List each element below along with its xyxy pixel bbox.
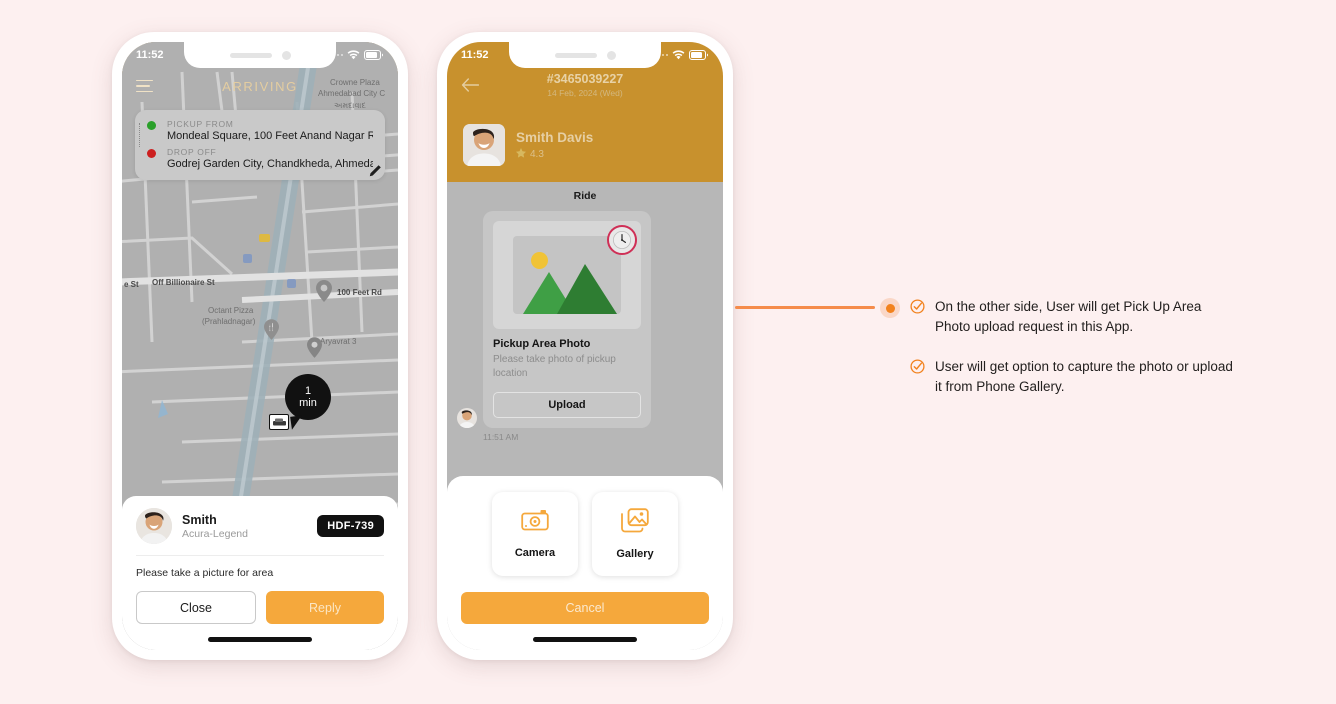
rider-rating-value: 4.3	[530, 148, 544, 160]
driver-avatar	[136, 508, 172, 544]
gallery-option-button[interactable]: Gallery	[592, 492, 678, 576]
driver-vehicle: Acura-Legend	[182, 527, 248, 540]
license-plate-badge: HDF-739	[317, 515, 384, 537]
map-label: Aryavrat 3	[320, 337, 357, 346]
rider-avatar	[463, 124, 505, 166]
driver-name: Smith	[182, 512, 217, 527]
photo-request-bubble: Pickup Area Photo Please take photo of p…	[483, 211, 651, 428]
phone-mockup-1: 🍴 Crowne Plaza Ahmedabad City C અમદાવાદ …	[112, 32, 408, 660]
wifi-icon	[347, 50, 360, 60]
eta-value: 1	[304, 385, 312, 397]
map-poi-pin-3[interactable]	[307, 337, 322, 358]
map-label: 100 Feet Rd	[337, 288, 382, 297]
phone1-navbar: ARRIVING	[122, 70, 398, 102]
bubble-subtitle: Please take photo of pickup location	[493, 354, 616, 379]
chat-day-label: Ride	[573, 190, 597, 202]
map-poi-pin-2[interactable]: 🍴	[264, 319, 279, 340]
driver-info-row: Smith Acura-Legend HDF-739	[136, 508, 384, 544]
vehicle-icon	[269, 414, 289, 430]
sheet-message: Please take a picture for area	[136, 567, 274, 579]
pickup-address: Mondeal Square, 100 Feet Anand Nagar Roa…	[167, 130, 373, 142]
front-camera	[281, 50, 291, 60]
annotation-item: On the other side, User will get Pick Up…	[910, 297, 1240, 337]
phone2-screen: 11:52 #3465039227 14 Feb, 2024 (Wed) Smi…	[447, 42, 723, 650]
pencil-edit-icon[interactable]	[369, 163, 383, 177]
cancel-button[interactable]: Cancel	[461, 592, 709, 624]
home-indicator	[533, 637, 637, 642]
map-poi-pin-1[interactable]	[316, 280, 332, 302]
circle-check-icon	[910, 359, 925, 397]
source-picker-row: Camera Gallery	[461, 492, 709, 576]
dropoff-dot-icon	[147, 149, 156, 158]
rider-rating: 4.3	[516, 147, 593, 161]
sheet-actions: Close Reply	[136, 591, 384, 624]
gallery-label: Gallery	[616, 548, 654, 560]
star-icon	[516, 147, 526, 161]
dropoff-address: Godrej Garden City, Chandkheda, Ahmedaba…	[167, 158, 373, 170]
speaker-grill	[554, 52, 597, 58]
dropoff-row: DROP OFF Godrej Garden City, Chandkheda,…	[147, 147, 373, 170]
page-canvas: 🍴 Crowne Plaza Ahmedabad City C અમદાવાદ …	[0, 0, 1336, 704]
camera-option-button[interactable]: Camera	[492, 492, 578, 576]
camera-label: Camera	[514, 547, 556, 559]
close-button[interactable]: Close	[136, 591, 256, 624]
message-sender-avatar	[457, 408, 477, 428]
map-label: (Prahladnagar)	[202, 317, 256, 326]
phone2-notch	[509, 42, 661, 68]
phone1-screen: 🍴 Crowne Plaza Ahmedabad City C અમદાવાદ …	[122, 42, 398, 650]
pickup-row: PICKUP FROM Mondeal Square, 100 Feet Ana…	[147, 119, 373, 142]
eta-pointer	[290, 415, 304, 430]
connector-dot-inner	[885, 303, 895, 313]
connector-line	[735, 306, 875, 309]
eta-bubble: 1 min	[285, 374, 331, 420]
annotation-item: User will get option to capture the phot…	[910, 357, 1240, 397]
annotation-list: On the other side, User will get Pick Up…	[910, 297, 1240, 417]
message-timestamp: 11:51 AM	[483, 432, 519, 442]
circle-check-icon	[910, 299, 925, 337]
upload-button[interactable]: Upload	[493, 392, 641, 418]
pickup-dot-icon	[147, 121, 156, 130]
phone-mockup-2: 11:52 #3465039227 14 Feb, 2024 (Wed) Smi…	[437, 32, 733, 660]
order-header: #3465039227 14 Feb, 2024 (Wed)	[447, 72, 723, 98]
battery-icon	[689, 50, 709, 60]
home-indicator	[208, 637, 312, 642]
order-id: #3465039227	[546, 72, 624, 86]
status-time: 11:52	[136, 49, 164, 61]
reply-button[interactable]: Reply	[266, 591, 384, 624]
trip-locations-card[interactable]: PICKUP FROM Mondeal Square, 100 Feet Ana…	[135, 110, 385, 180]
rider-info-row[interactable]: Smith Davis 4.3	[463, 124, 593, 166]
pickup-label: PICKUP FROM	[167, 119, 234, 129]
phone2-navbar: #3465039227 14 Feb, 2024 (Wed)	[447, 70, 723, 110]
bubble-title: Pickup Area Photo	[493, 338, 591, 350]
eta-marker[interactable]: 1 min	[269, 374, 331, 430]
photo-preview-box[interactable]	[493, 221, 641, 329]
map-label: Octant Pizza	[208, 306, 254, 315]
rider-name: Smith Davis	[516, 129, 594, 145]
clock-pending-icon	[607, 225, 637, 255]
gallery-icon	[621, 508, 649, 539]
order-date: 14 Feb, 2024 (Wed)	[547, 88, 623, 98]
route-dotted-line	[139, 123, 140, 147]
page-title: ARRIVING	[222, 78, 298, 94]
front-camera	[606, 50, 616, 60]
camera-icon	[521, 509, 549, 538]
status-time: 11:52	[461, 49, 489, 61]
map-label: Off Billionaire St	[152, 278, 215, 287]
chat-message: Pickup Area Photo Please take photo of p…	[447, 211, 723, 428]
svg-text:🍴: 🍴	[267, 323, 276, 332]
map-label: e St	[124, 280, 139, 289]
annotation-text: User will get option to capture the phot…	[935, 359, 1233, 394]
phone2-action-sheet: Camera Gallery Cancel	[447, 476, 723, 650]
battery-icon	[364, 50, 384, 60]
speaker-grill	[229, 52, 272, 58]
phone1-bottom-sheet: Smith Acura-Legend HDF-739 Please take a…	[122, 496, 398, 650]
connector-line-dot	[880, 298, 900, 318]
image-placeholder-icon	[513, 236, 621, 314]
annotation-text: On the other side, User will get Pick Up…	[935, 299, 1202, 334]
wifi-icon	[672, 50, 685, 60]
phone1-notch	[184, 42, 336, 68]
dropoff-label: DROP OFF	[167, 147, 217, 157]
eta-unit: min	[299, 397, 317, 409]
